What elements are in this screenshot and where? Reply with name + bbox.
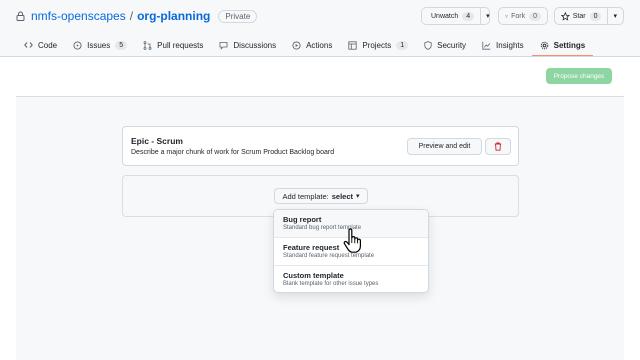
dropdown-item-title: Feature request: [283, 243, 340, 252]
fork-icon: [505, 14, 508, 18]
tab-security[interactable]: Security: [416, 34, 474, 56]
table-icon: [348, 40, 357, 50]
tab-label: Projects: [362, 40, 392, 50]
tab-discussions[interactable]: Discussions: [211, 34, 284, 56]
tab-insights[interactable]: Insights: [474, 34, 532, 56]
tab-label: Discussions: [233, 40, 277, 50]
repo-owner-link[interactable]: nmfs-openscapes: [31, 9, 126, 23]
star-count: 0: [589, 11, 602, 21]
tab-label: Actions: [306, 40, 333, 50]
comment-icon: [219, 41, 228, 50]
fork-button[interactable]: Fork 0: [498, 7, 548, 25]
caret-down-icon: ▾: [356, 193, 360, 200]
repo-title: nmfs-openscapes / org-planning Private: [16, 8, 258, 24]
tab-pull-requests[interactable]: Pull requests: [135, 34, 211, 56]
tab-code[interactable]: Code: [16, 34, 65, 56]
chevron-down-icon[interactable]: ▾: [480, 8, 490, 24]
tab-settings[interactable]: Settings: [531, 34, 594, 57]
hand-pointer-icon: [343, 228, 361, 253]
tab-issues[interactable]: Issues 5: [65, 34, 135, 56]
fork-count: 0: [529, 11, 541, 21]
star-label: Star: [572, 12, 586, 20]
chevron-down-icon[interactable]: ▾: [607, 8, 617, 24]
pull-request-icon: [143, 40, 152, 50]
template-description: Describe a major chunk of work for Scrum…: [131, 149, 335, 156]
fork-label: Fork: [511, 12, 526, 20]
tab-label: Security: [437, 40, 467, 50]
tab-actions[interactable]: Actions: [284, 34, 340, 56]
tab-label: Pull requests: [157, 40, 204, 50]
add-template-button[interactable]: Add template: select ▾: [274, 188, 368, 204]
unwatch-label: Unwatch: [431, 12, 459, 20]
star-button[interactable]: Star 0 ▾: [554, 7, 624, 25]
tab-projects[interactable]: Projects 1: [340, 34, 416, 56]
preview-and-edit-button[interactable]: Preview and edit: [407, 138, 482, 155]
projects-count: 1: [396, 40, 409, 50]
template-card: Epic - Scrum Describe a major chunk of w…: [122, 126, 519, 166]
dropdown-item-title: Custom template: [283, 271, 344, 280]
lock-icon: [16, 11, 25, 21]
propose-changes-button[interactable]: Propose changes: [546, 68, 612, 84]
delete-template-button[interactable]: [485, 138, 511, 155]
unwatch-button[interactable]: Unwatch 4 ▾: [421, 7, 490, 25]
dropdown-item-description: Blank template for other issue types: [283, 281, 379, 287]
tab-label: Issues: [87, 40, 111, 50]
dropdown-item-custom-template[interactable]: Custom template Blank template for other…: [274, 266, 428, 292]
add-template-value: select: [331, 191, 354, 201]
tab-label: Code: [38, 40, 58, 50]
shield-icon: [424, 40, 432, 50]
tab-label: Insights: [496, 40, 524, 50]
watch-count: 4: [462, 11, 475, 21]
repo-nav: Code Issues 5 Pull requests Discussions …: [16, 34, 594, 57]
star-icon: [561, 11, 570, 21]
gear-icon: [540, 41, 549, 50]
dropdown-item-title: Bug report: [283, 215, 322, 224]
repo-separator: /: [129, 9, 134, 23]
issue-icon: [73, 40, 82, 50]
nav-divider: [0, 56, 640, 57]
repo-name-link[interactable]: org-planning: [137, 9, 210, 23]
code-icon: [24, 41, 33, 49]
trash-icon: [494, 142, 502, 151]
play-icon: [292, 40, 301, 50]
template-title: Epic - Scrum: [131, 136, 183, 146]
visibility-badge: Private: [218, 9, 258, 23]
tab-label: Settings: [553, 40, 586, 50]
add-template-label: Add template:: [282, 191, 329, 201]
issues-count: 5: [115, 40, 128, 50]
graph-icon: [482, 41, 491, 50]
